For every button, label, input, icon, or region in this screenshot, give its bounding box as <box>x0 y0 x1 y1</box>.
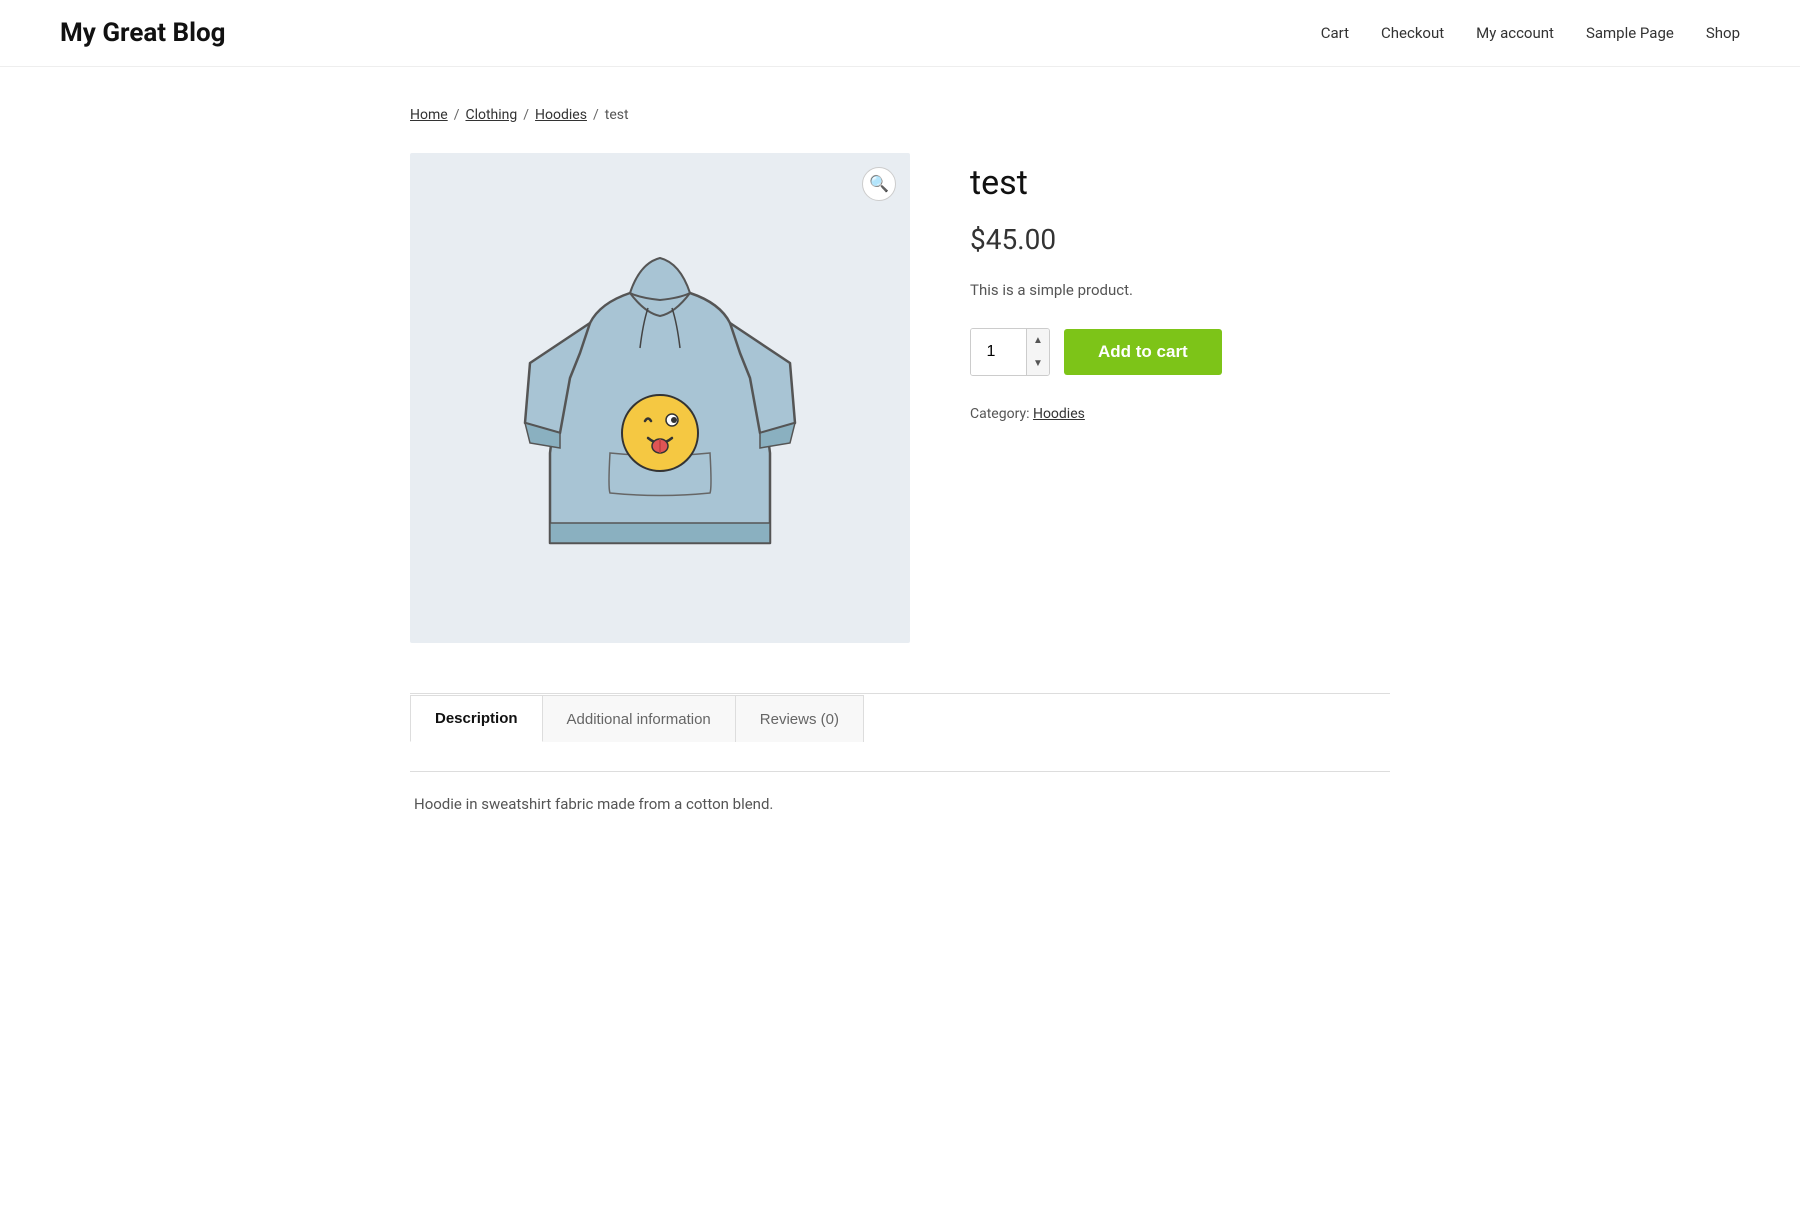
site-header: My Great Blog Cart Checkout My account S… <box>0 0 1800 67</box>
main-nav: Cart Checkout My account Sample Page Sho… <box>1321 24 1740 42</box>
category-link[interactable]: Hoodies <box>1033 406 1085 422</box>
tab-content-description: Hoodie in sweatshirt fabric made from a … <box>410 771 1390 838</box>
nav-cart[interactable]: Cart <box>1321 24 1349 42</box>
nav-sample-page[interactable]: Sample Page <box>1586 24 1674 42</box>
breadcrumb: Home / Clothing / Hoodies / test <box>410 107 1390 123</box>
breadcrumb-sep-3: / <box>593 107 599 123</box>
breadcrumb-hoodies[interactable]: Hoodies <box>535 107 587 123</box>
tab-reviews[interactable]: Reviews (0) <box>735 695 864 742</box>
quantity-input[interactable] <box>971 329 1026 375</box>
product-description: This is a simple product. <box>970 278 1390 302</box>
breadcrumb-sep-1: / <box>454 107 460 123</box>
tab-additional-information[interactable]: Additional information <box>542 695 736 742</box>
nav-my-account[interactable]: My account <box>1476 24 1554 42</box>
add-to-cart-row: ▲ ▼ Add to cart <box>970 328 1390 376</box>
tab-description[interactable]: Description <box>410 695 543 742</box>
quantity-down[interactable]: ▼ <box>1027 352 1049 375</box>
product-image <box>500 213 820 583</box>
tabs-nav: Description Additional information Revie… <box>410 694 1390 741</box>
product-image-container: 🔍 <box>410 153 910 643</box>
quantity-up[interactable]: ▲ <box>1027 329 1049 352</box>
zoom-button[interactable]: 🔍 <box>862 167 896 201</box>
product-layout: 🔍 <box>410 153 1390 643</box>
product-price: $45.00 <box>970 223 1390 256</box>
breadcrumb-clothing[interactable]: Clothing <box>465 107 517 123</box>
quantity-spinners: ▲ ▼ <box>1026 329 1049 375</box>
breadcrumb-home[interactable]: Home <box>410 107 448 123</box>
product-title: test <box>970 163 1390 203</box>
product-details: test $45.00 This is a simple product. ▲ … <box>970 153 1390 643</box>
category-label: Category: <box>970 406 1029 422</box>
zoom-icon: 🔍 <box>869 174 889 194</box>
quantity-input-wrap: ▲ ▼ <box>970 328 1050 376</box>
main-content: Home / Clothing / Hoodies / test 🔍 <box>350 67 1450 878</box>
site-title[interactable]: My Great Blog <box>60 18 226 48</box>
nav-checkout[interactable]: Checkout <box>1381 24 1444 42</box>
breadcrumb-current: test <box>605 107 629 123</box>
product-tabs: Description Additional information Revie… <box>410 693 1390 838</box>
nav-shop[interactable]: Shop <box>1706 24 1740 42</box>
add-to-cart-button[interactable]: Add to cart <box>1064 329 1222 375</box>
description-text: Hoodie in sweatshirt fabric made from a … <box>414 792 1386 818</box>
breadcrumb-sep-2: / <box>523 107 529 123</box>
product-category: Category: Hoodies <box>970 406 1390 422</box>
